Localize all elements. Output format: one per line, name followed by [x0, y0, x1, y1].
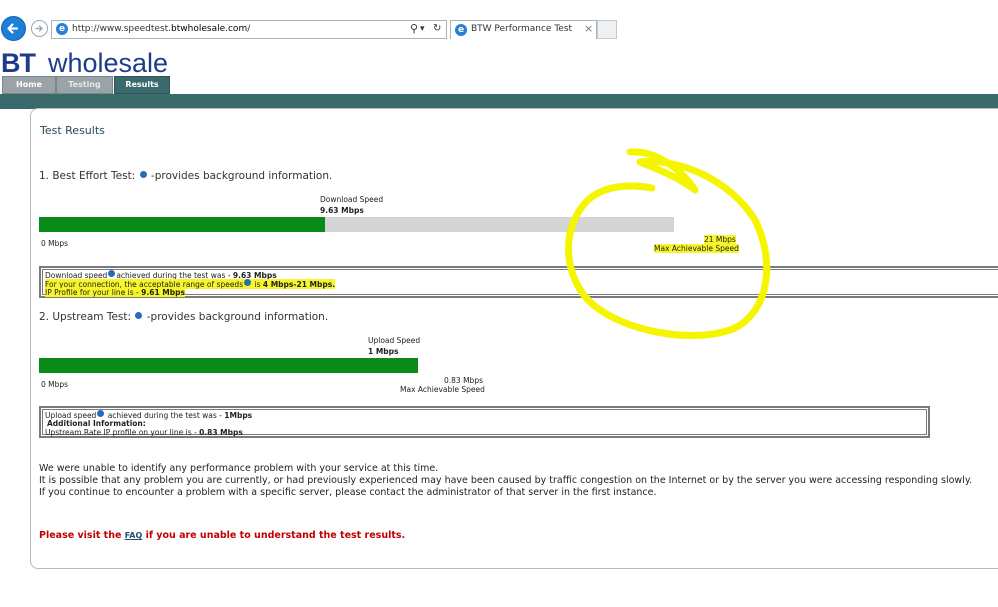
url-prefix: http://www.speedtest. [72, 24, 172, 34]
browser-tab[interactable]: e BTW Performance Test × [450, 20, 597, 39]
status-message-line-2: It is possible that any problem you are … [39, 475, 973, 486]
upload-info-line-3-value: 0.83 Mbps [199, 428, 243, 437]
help-icon[interactable] [97, 410, 105, 417]
download-info-box: Download speed achieved during the test w… [39, 266, 998, 298]
url-domain: btwholesale.com [171, 24, 248, 34]
upload-speed-fill [39, 358, 418, 373]
download-speed-label: Download Speed [320, 195, 384, 204]
help-icon[interactable] [135, 312, 143, 319]
ie-logo-icon: e [56, 23, 68, 35]
help-icon[interactable] [244, 279, 252, 286]
download-speed-fill [39, 217, 325, 232]
url-text: http://www.speedtest.btwholesale.com/ [72, 24, 250, 34]
status-message-line-3: If you continue to encounter a problem w… [39, 487, 657, 498]
download-speed-track [39, 217, 674, 232]
best-effort-heading-text: 1. Best Effort Test: [39, 170, 136, 182]
faq-notice-after: if you are unable to understand the test… [142, 530, 406, 541]
download-info-line-3-a: IP Profile for your line is - [45, 288, 142, 297]
upload-info-box: Upload speed achieved during the test wa… [39, 406, 930, 438]
download-max-label: Max Achievable Speed [654, 244, 739, 253]
back-arrow-icon [7, 23, 19, 34]
tab-close-icon[interactable]: × [584, 22, 593, 35]
upload-speed-value: 1 Mbps [368, 347, 399, 356]
new-tab-button[interactable] [597, 20, 617, 39]
nav-tab-home[interactable]: Home [2, 76, 56, 94]
dropdown-icon[interactable]: ▾ [420, 24, 425, 34]
download-info-line-2-value: 4 Mbps-21 Mbps. [262, 280, 336, 289]
download-max-value: 21 Mbps [704, 235, 736, 244]
nav-tab-testing[interactable]: Testing [56, 76, 113, 94]
upload-info-line-1-value: 1Mbps [224, 411, 253, 420]
upload-speed-track [39, 358, 418, 373]
status-message-line-1: We were unable to identify any performan… [39, 463, 439, 474]
help-icon[interactable] [108, 270, 116, 277]
upload-info-line-3-a: Upstream Rate IP profile on your line is… [45, 428, 200, 437]
url-suffix: / [247, 24, 251, 34]
download-info-line-3: IP Profile for your line is - 9.61 Mbps [45, 288, 185, 297]
logo-wordmark: wholesale [48, 48, 169, 78]
upload-min-label: 0 Mbps [41, 380, 69, 389]
nav-tab-results[interactable]: Results [114, 76, 170, 94]
logo-bt: BT [1, 48, 36, 78]
best-effort-heading: 1. Best Effort Test: -provides backgroun… [39, 170, 332, 182]
search-icon[interactable]: ⚲ [410, 22, 418, 35]
page-title: Test Results [40, 124, 105, 137]
download-speed-value: 9.63 Mbps [320, 206, 364, 215]
faq-notice-before: Please visit the [39, 530, 125, 541]
download-info-line-3-value: 9.61 Mbps [141, 288, 185, 297]
forward-arrow-icon [35, 25, 43, 32]
refresh-icon[interactable]: ↻ [433, 23, 441, 34]
download-info-line-2-b: is [252, 280, 263, 289]
upload-max-label: Max Achievable Speed [400, 385, 485, 394]
upload-info-line-3: Upstream Rate IP profile on your line is… [45, 428, 243, 437]
tab-title: BTW Performance Test [471, 24, 573, 34]
upstream-heading-text: 2. Upstream Test: [39, 311, 132, 323]
upload-speed-label: Upload Speed [368, 336, 421, 345]
status-message: We were unable to identify any performan… [39, 463, 972, 499]
nav-bar [0, 94, 998, 109]
download-min-label: 0 Mbps [41, 239, 69, 248]
help-icon[interactable] [139, 171, 147, 178]
forward-button[interactable] [31, 20, 48, 37]
upstream-help-text: -provides background information. [146, 311, 329, 323]
upload-max-value: 0.83 Mbps [444, 376, 483, 385]
faq-link[interactable]: FAQ [125, 531, 143, 540]
address-bar[interactable]: e http://www.speedtest.btwholesale.com/ … [51, 20, 447, 39]
tab-ie-logo-icon: e [455, 24, 467, 36]
faq-notice: Please visit the FAQ if you are unable t… [39, 530, 405, 542]
back-button[interactable] [1, 16, 26, 41]
upload-info-line-2: Additional Information: [47, 419, 146, 428]
best-effort-help-text: -provides background information. [150, 170, 333, 182]
upstream-heading: 2. Upstream Test: -provides background i… [39, 311, 328, 323]
